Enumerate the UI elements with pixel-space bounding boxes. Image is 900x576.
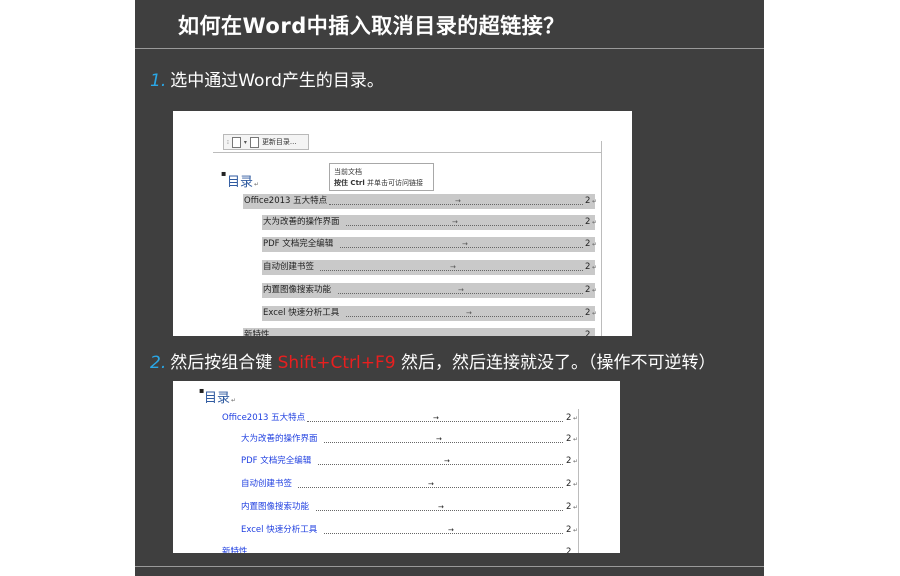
toc-entry-label: 大为改善的操作界面 bbox=[241, 434, 318, 444]
tab-arrow-icon: → bbox=[458, 286, 464, 294]
toc-entry-label: 大为改善的操作界面 bbox=[263, 215, 340, 230]
toc-entry-page: 2 bbox=[566, 413, 572, 423]
step-2-text-before: 然后按组合键 bbox=[170, 353, 273, 373]
toc-entry-page: 2 bbox=[566, 456, 572, 466]
tooltip-key: 按住 Ctrl bbox=[334, 179, 365, 187]
toc-entry-label: 自动创建书签 bbox=[241, 479, 293, 489]
toc-entry-page: 2 bbox=[585, 285, 591, 295]
chevron-down-icon: ▾ bbox=[243, 138, 247, 146]
shortcut-keys: Shift+Ctrl+F9 bbox=[277, 353, 396, 373]
toc-entry: PDF 文档完全编辑 → 2 ↵ bbox=[262, 237, 597, 252]
tab-arrow-icon: → bbox=[448, 526, 454, 534]
step-2-text-after: 然后，然后连接就没了。（操作不可逆转） bbox=[401, 353, 716, 373]
toc-entry: 自动创建书签 → 2 ↵ bbox=[240, 477, 578, 492]
toc-entry: 新特性 2 bbox=[221, 545, 576, 553]
tab-arrow-icon: → bbox=[433, 414, 439, 422]
step-1-text: 选中通过Word产生的目录。 bbox=[170, 71, 384, 91]
step-2: 2. 然后按组合键 Shift+Ctrl+F9 然后，然后连接就没了。（操作不可逆… bbox=[150, 348, 716, 373]
toc-entry-label: Office2013 五大特点 bbox=[244, 194, 328, 209]
toc-entry: 自动创建书签 → 2 ↵ bbox=[262, 260, 597, 275]
tab-arrow-icon: → bbox=[444, 457, 450, 465]
drag-handle-icon: ⁝ bbox=[227, 138, 229, 146]
margin-line bbox=[213, 152, 601, 153]
toc-entry: 内置图像搜索功能 → 2 ↵ bbox=[262, 283, 597, 298]
toc-entry-label: 自动创建书签 bbox=[263, 260, 315, 275]
toc-entry-label: Excel 快速分析工具 bbox=[263, 306, 340, 321]
toc-entry-label: Office2013 五大特点 bbox=[222, 413, 306, 423]
tab-arrow-icon: → bbox=[436, 435, 442, 443]
tooltip-text: 并单击可访问链接 bbox=[367, 179, 424, 187]
toc-entry-label: 新特性 bbox=[244, 328, 270, 336]
toc-entry-label: PDF 文档完全编辑 bbox=[241, 456, 312, 466]
toc-entry-label: 内置图像搜索功能 bbox=[263, 283, 332, 298]
tab-arrow-icon: → bbox=[466, 309, 472, 317]
step-1: 1. 选中通过Word产生的目录。 bbox=[150, 66, 384, 91]
tutorial-panel: 如何在Word中插入取消目录的超链接？ 1. 选中通过Word产生的目录。 ⁝ ▾… bbox=[135, 0, 764, 576]
toc-entry-page: 2 bbox=[566, 479, 572, 489]
title-divider bbox=[135, 48, 764, 49]
tab-arrow-icon: → bbox=[450, 263, 456, 271]
toc-entry-label: 内置图像搜索功能 bbox=[241, 502, 310, 512]
toc-entry: Excel 快速分析工具 → 2 ↵ bbox=[240, 523, 578, 538]
step-1-number: 1. bbox=[150, 71, 167, 91]
document-icon bbox=[231, 136, 241, 148]
page-title: 如何在Word中插入取消目录的超链接？ bbox=[178, 14, 565, 38]
margin-line bbox=[578, 409, 579, 553]
toc-entry: 新特性 2 bbox=[243, 328, 595, 336]
tab-arrow-icon: → bbox=[452, 218, 458, 226]
toc-entry: Office2013 五大特点 → 2 ↵ bbox=[243, 194, 597, 209]
hyperlink-tooltip: 当前文档 按住 Ctrl 并单击可访问链接 bbox=[329, 163, 434, 191]
toc-entry-page: 2 bbox=[566, 502, 572, 512]
toc-heading: 目录↵ bbox=[204, 391, 237, 406]
toc-entry: 内置图像搜索功能 → 2 ↵ bbox=[240, 500, 578, 515]
toc-entry: PDF 文档完全编辑 → 2 ↵ bbox=[240, 454, 578, 469]
toc-entry: 大为改善的操作界面 → 2 ↵ bbox=[240, 432, 578, 447]
bottom-divider bbox=[135, 566, 764, 567]
tooltip-title: 当前文档 bbox=[334, 168, 362, 176]
update-toc-label: 更新目录... bbox=[261, 138, 297, 146]
toc-entry: 大为改善的操作界面 → 2 ↵ bbox=[262, 215, 597, 230]
toc-entry-label: Excel 快速分析工具 bbox=[241, 525, 318, 535]
step-2-number: 2. bbox=[150, 353, 167, 373]
margin-line bbox=[601, 141, 602, 336]
tab-arrow-icon: → bbox=[428, 480, 434, 488]
toc-entry-label: 新特性 bbox=[222, 547, 248, 553]
word-screenshot-unlinked: ▪ 目录↵ Office2013 五大特点 → 2 ↵ 大为改善的操作界面 → 2… bbox=[173, 381, 620, 553]
paragraph-mark: ▪ bbox=[221, 169, 227, 178]
toc-entry-page: 2 bbox=[566, 434, 572, 444]
update-icon bbox=[249, 136, 259, 148]
toc-entry-page: 2 bbox=[566, 525, 572, 535]
toc-entry-page: 2 bbox=[585, 217, 591, 227]
toc-entry: Office2013 五大特点 → 2 ↵ bbox=[221, 411, 578, 426]
tab-arrow-icon: → bbox=[455, 197, 461, 205]
toc-entry-label: PDF 文档完全编辑 bbox=[263, 237, 334, 252]
toc-entry-page: 2 bbox=[585, 196, 591, 206]
word-screenshot-selected: ⁝ ▾ 更新目录... 当前文档 按住 Ctrl 并单击可访问链接 ▪ 目录↵ … bbox=[173, 111, 632, 336]
tab-arrow-icon: → bbox=[438, 503, 444, 511]
toc-toolbar: ⁝ ▾ 更新目录... bbox=[223, 134, 309, 150]
toc-entry-page: 2 bbox=[566, 547, 572, 553]
toc-heading: 目录↵ bbox=[227, 175, 260, 190]
toc-entry: Excel 快速分析工具 → 2 ↵ bbox=[262, 306, 597, 321]
toc-entry-page: 2 bbox=[585, 308, 591, 318]
toc-entry-page: 2 bbox=[585, 239, 591, 249]
toc-entry-page: 2 bbox=[585, 330, 591, 336]
tab-arrow-icon: → bbox=[462, 240, 468, 248]
toc-entry-page: 2 bbox=[585, 262, 591, 272]
